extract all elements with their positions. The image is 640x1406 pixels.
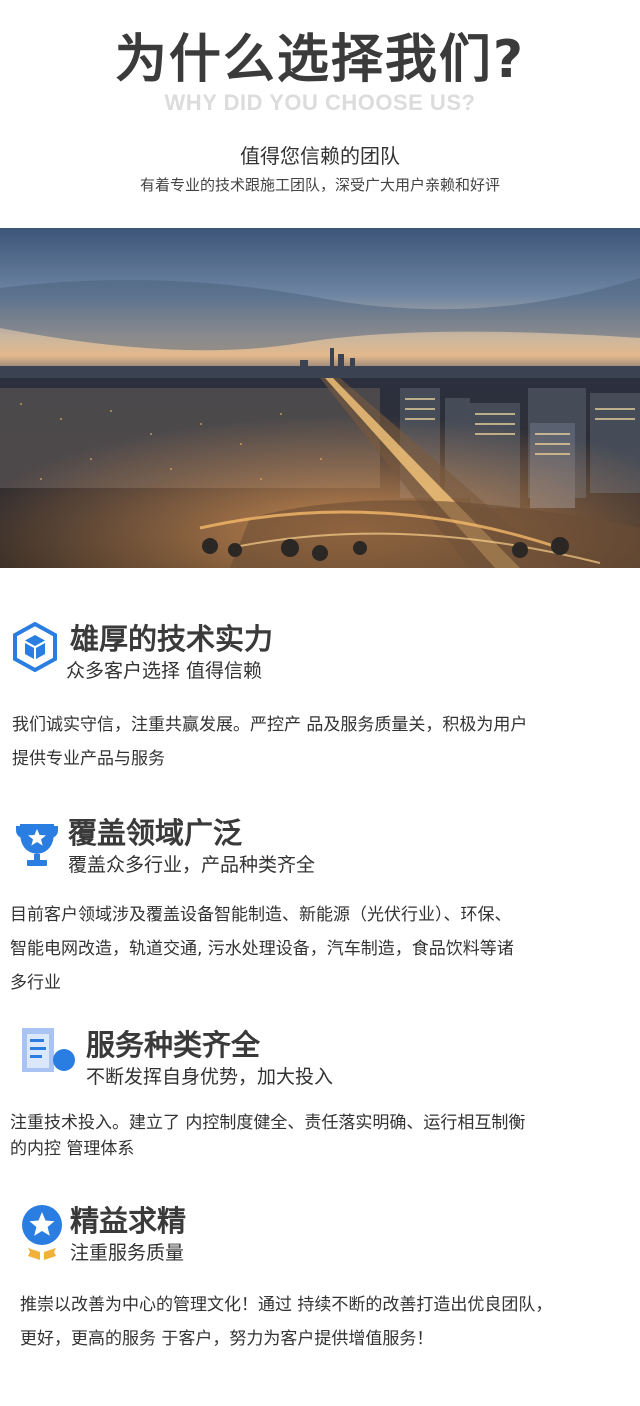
feature-title: 服务种类齐全 (86, 1028, 261, 1062)
feature-title: 精益求精 (70, 1204, 187, 1238)
description: 有着专业的技术跟施工团队，深受广大用户亲赖和好评 (139, 176, 500, 194)
feature-subtitle: 不断发挥自身优势，加大投入 (86, 1066, 334, 1088)
description-line: 多行业 (10, 973, 61, 993)
page-title: 为什么选择我们? (114, 30, 526, 90)
feature-description: 推崇以改善为中心的管理文化！通过 持续不断的改善打造出优良团队， 更好，更高的服… (20, 1288, 552, 1356)
description-line: 提供专业产品与服务 (12, 749, 165, 769)
description-line: 智能电网改造，轨道交通, 污水处理设备，汽车制造，食品饮料等诸 (10, 939, 514, 959)
star-medal-icon (20, 1204, 64, 1262)
tagline: 值得您信赖的团队 (240, 144, 400, 168)
page-subtitle-en: WHY DID YOU CHOOSE US? (164, 90, 476, 115)
feature-subtitle: 覆盖众多行业，产品种类齐全 (68, 854, 316, 876)
trophy-star-icon (16, 818, 58, 868)
feature-subtitle: 众多客户选择 值得信赖 (66, 660, 263, 682)
cube-hexagon-icon (12, 621, 58, 673)
feature-description: 目前客户领域涉及覆盖设备智能制造、新能源（光伏行业）、环保、 智能电网改造，轨道… (10, 898, 514, 1000)
feature-subtitle: 注重服务质量 (70, 1242, 185, 1264)
city-night-photo (0, 228, 640, 568)
feature-description: 注重技术投入。建立了 内控制度健全、责任落实明确、运行相互制衡 的内控 管理体系 (10, 1110, 525, 1162)
description-line: 注重技术投入。建立了 内控制度健全、责任落实明确、运行相互制衡 (10, 1113, 526, 1133)
description-line: 我们诚实守信，注重共赢发展。严控产 品及服务质量关，积极为用户 (12, 715, 528, 735)
feature-description: 我们诚实守信，注重共赢发展。严控产 品及服务质量关，积极为用户 提供专业产品与服… (12, 708, 527, 776)
feature-title: 雄厚的技术实力 (70, 622, 274, 656)
description-line: 更好，更高的服务 于客户，努力为客户提供增值服务！ (20, 1329, 434, 1349)
feature-title: 覆盖领域广泛 (68, 816, 243, 850)
document-list-icon (22, 1026, 78, 1076)
description-line: 的内控 管理体系 (10, 1139, 135, 1159)
description-line: 推崇以改善为中心的管理文化！通过 持续不断的改善打造出优良团队， (20, 1295, 553, 1315)
description-line: 目前客户领域涉及覆盖设备智能制造、新能源（光伏行业）、环保、 (10, 905, 512, 925)
